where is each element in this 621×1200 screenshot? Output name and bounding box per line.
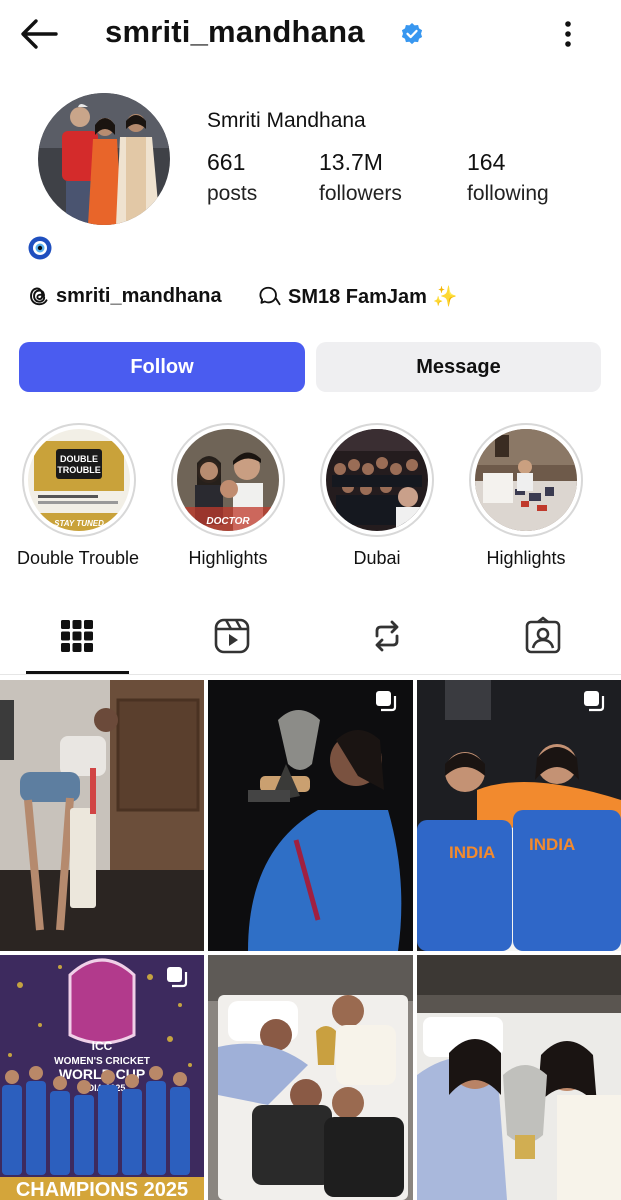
profile-username-title: smriti_mandhana [105,14,365,49]
highlight-label: Double Trouble [16,548,140,568]
highlight-cover-highlights-1: DOCTOR [177,429,279,531]
message-button[interactable]: Message [316,342,601,392]
reposts-icon[interactable] [367,616,407,656]
follow-button[interactable]: Follow [19,342,305,392]
story-highlight-highlights-2[interactable] [469,423,583,537]
highlight-label: Dubai [353,548,401,568]
back-arrow-icon[interactable] [18,16,60,52]
threads-handle: smriti_mandhana [56,284,222,307]
following-count[interactable]: 164 [467,149,505,176]
dt-footer: STAY TUNED [54,519,104,528]
profile-avatar[interactable] [38,93,170,225]
broadcast-channel-icon [259,286,281,306]
post-tile[interactable]: INDIA INDIA [417,680,621,951]
verified-badge-icon [401,23,423,45]
posts-label[interactable]: posts [207,182,257,206]
jersey-text: INDIA [529,835,575,854]
tab-divider [0,674,621,675]
highlight-cover-dubai [326,429,428,531]
champions-banner: CHAMPIONS 2025 [16,1179,188,1200]
post-image [417,955,621,1200]
dt-title-line1: DOUBLE [60,454,98,464]
channel-name: SM18 FamJam ✨ [288,285,458,308]
story-highlight-dubai[interactable] [320,423,434,537]
reels-icon[interactable] [212,616,252,656]
post-tile[interactable] [417,955,621,1200]
followers-label[interactable]: followers [319,182,402,206]
posts-count[interactable]: 661 [207,149,245,176]
hl-footer: DOCTOR [206,516,250,527]
grid-icon[interactable] [57,616,97,656]
evil-eye-icon [28,236,52,260]
highlight-cover-double-trouble: DOUBLE TROUBLE STAY TUNED [28,429,130,531]
highlight-cover-highlights-2 [475,429,577,531]
story-highlight-double-trouble[interactable]: DOUBLE TROUBLE STAY TUNED [22,423,136,537]
post-tile[interactable] [208,955,413,1200]
threads-link[interactable]: smriti_mandhana [28,282,222,310]
threads-icon [30,287,48,306]
profile-display-name: Smriti Mandhana [207,109,366,132]
followers-count[interactable]: 13.7M [319,149,383,176]
multiple-photos-icon [167,967,188,988]
highlight-label: Highlights [486,548,566,568]
following-label[interactable]: following [467,182,549,206]
more-options-icon[interactable] [556,18,580,50]
post-image: INDIA INDIA [417,680,621,951]
jersey-text: INDIA [449,843,495,862]
post-image [208,955,413,1200]
post-tile[interactable] [0,680,204,951]
multiple-photos-icon [584,691,605,712]
story-highlight-highlights-1[interactable]: DOCTOR [171,423,285,537]
dt-title-line2: TROUBLE [57,465,101,475]
broadcast-channel-link[interactable]: SM18 FamJam ✨ [258,282,457,310]
multiple-photos-icon [376,691,397,712]
avatar-photo [38,93,170,225]
tagged-icon[interactable] [523,616,563,656]
post-tile[interactable] [208,680,413,951]
post-tile[interactable]: ICC WOMEN'S CRICKET WORLD CUP INDIA 2025… [0,955,204,1200]
banner-line: ICC [92,1039,113,1053]
post-image: ICC WOMEN'S CRICKET WORLD CUP INDIA 2025… [0,955,204,1200]
post-image [208,680,413,951]
post-image [0,680,204,951]
highlight-label: Highlights [188,548,268,568]
